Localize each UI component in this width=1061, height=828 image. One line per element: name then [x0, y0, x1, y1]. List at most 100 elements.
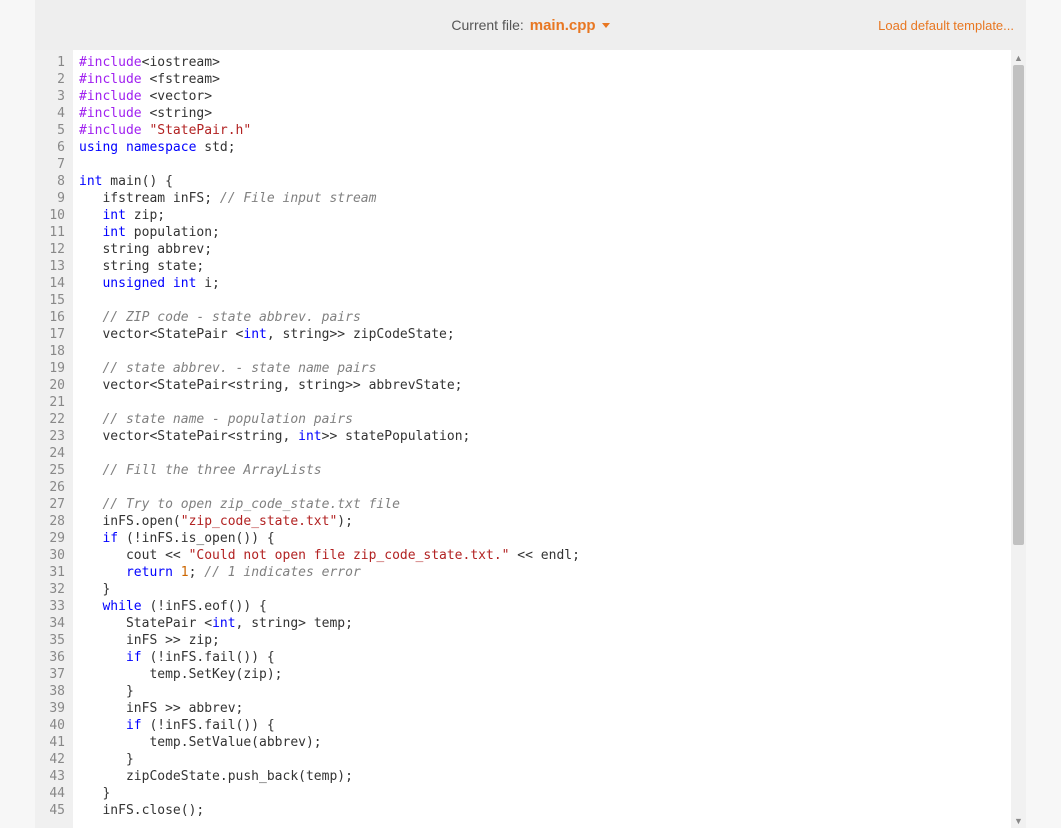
line-number: 27 — [35, 496, 73, 513]
code-line[interactable]: // Fill the three ArrayLists — [79, 462, 1011, 479]
code-line[interactable] — [79, 292, 1011, 309]
line-number: 39 — [35, 700, 73, 717]
code-line[interactable]: inFS.close(); — [79, 802, 1011, 819]
line-number: 35 — [35, 632, 73, 649]
code-line[interactable]: string abbrev; — [79, 241, 1011, 258]
code-content[interactable]: #include<iostream>#include <fstream>#inc… — [73, 50, 1011, 828]
code-line[interactable]: #include <fstream> — [79, 71, 1011, 88]
line-number: 18 — [35, 343, 73, 360]
code-line[interactable]: #include <string> — [79, 105, 1011, 122]
line-number: 12 — [35, 241, 73, 258]
code-line[interactable]: vector<StatePair <int, string>> zipCodeS… — [79, 326, 1011, 343]
code-editor[interactable]: 1234567891011121314151617181920212223242… — [35, 50, 1026, 828]
line-number: 8 — [35, 173, 73, 190]
line-number: 37 — [35, 666, 73, 683]
line-number: 14 — [35, 275, 73, 292]
line-number: 21 — [35, 394, 73, 411]
line-number: 44 — [35, 785, 73, 802]
code-line[interactable]: inFS >> zip; — [79, 632, 1011, 649]
code-line[interactable]: inFS.open("zip_code_state.txt"); — [79, 513, 1011, 530]
line-number: 29 — [35, 530, 73, 547]
code-line[interactable]: StatePair <int, string> temp; — [79, 615, 1011, 632]
code-line[interactable]: vector<StatePair<string, string>> abbrev… — [79, 377, 1011, 394]
line-number: 43 — [35, 768, 73, 785]
code-line[interactable]: } — [79, 683, 1011, 700]
line-number: 1 — [35, 54, 73, 71]
chevron-down-icon — [602, 23, 610, 28]
code-line[interactable]: } — [79, 751, 1011, 768]
code-line[interactable]: #include "StatePair.h" — [79, 122, 1011, 139]
code-line[interactable]: if (!inFS.fail()) { — [79, 717, 1011, 734]
scroll-down-icon[interactable]: ▼ — [1011, 813, 1026, 828]
code-line[interactable]: #include <vector> — [79, 88, 1011, 105]
app-container: Current file: main.cpp Load default temp… — [0, 0, 1061, 828]
scroll-thumb[interactable] — [1013, 65, 1024, 545]
vertical-scrollbar[interactable]: ▲ ▼ — [1011, 50, 1026, 828]
file-header-bar: Current file: main.cpp Load default temp… — [35, 0, 1026, 50]
code-line[interactable]: unsigned int i; — [79, 275, 1011, 292]
line-number: 11 — [35, 224, 73, 241]
line-number: 2 — [35, 71, 73, 88]
line-number: 9 — [35, 190, 73, 207]
current-file-label: Current file: — [451, 17, 523, 33]
current-file-dropdown[interactable]: main.cpp — [530, 17, 610, 34]
code-line[interactable]: temp.SetValue(abbrev); — [79, 734, 1011, 751]
code-line[interactable] — [79, 343, 1011, 360]
line-number: 23 — [35, 428, 73, 445]
line-number: 15 — [35, 292, 73, 309]
line-number: 22 — [35, 411, 73, 428]
code-line[interactable] — [79, 394, 1011, 411]
line-number: 25 — [35, 462, 73, 479]
line-number: 36 — [35, 649, 73, 666]
line-number: 24 — [35, 445, 73, 462]
line-number: 7 — [35, 156, 73, 173]
load-default-template-link[interactable]: Load default template... — [878, 18, 1014, 33]
line-number: 16 — [35, 309, 73, 326]
code-line[interactable] — [79, 445, 1011, 462]
code-line[interactable]: int population; — [79, 224, 1011, 241]
code-line[interactable]: // state name - population pairs — [79, 411, 1011, 428]
current-file-name-text: main.cpp — [530, 17, 596, 34]
code-line[interactable]: int main() { — [79, 173, 1011, 190]
code-line[interactable]: while (!inFS.eof()) { — [79, 598, 1011, 615]
line-number: 19 — [35, 360, 73, 377]
line-number: 5 — [35, 122, 73, 139]
line-number: 42 — [35, 751, 73, 768]
line-number: 20 — [35, 377, 73, 394]
line-number: 4 — [35, 105, 73, 122]
code-line[interactable]: if (!inFS.fail()) { — [79, 649, 1011, 666]
code-line[interactable]: // Try to open zip_code_state.txt file — [79, 496, 1011, 513]
line-number: 41 — [35, 734, 73, 751]
line-number: 32 — [35, 581, 73, 598]
code-line[interactable]: string state; — [79, 258, 1011, 275]
code-line[interactable]: inFS >> abbrev; — [79, 700, 1011, 717]
line-number: 26 — [35, 479, 73, 496]
code-line[interactable]: // ZIP code - state abbrev. pairs — [79, 309, 1011, 326]
code-line[interactable]: cout << "Could not open file zip_code_st… — [79, 547, 1011, 564]
code-line[interactable]: int zip; — [79, 207, 1011, 224]
code-line[interactable]: #include<iostream> — [79, 54, 1011, 71]
code-line[interactable]: // state abbrev. - state name pairs — [79, 360, 1011, 377]
code-line[interactable]: ifstream inFS; // File input stream — [79, 190, 1011, 207]
code-line[interactable]: return 1; // 1 indicates error — [79, 564, 1011, 581]
line-number: 33 — [35, 598, 73, 615]
code-line[interactable]: temp.SetKey(zip); — [79, 666, 1011, 683]
scroll-up-icon[interactable]: ▲ — [1011, 50, 1026, 65]
line-number: 34 — [35, 615, 73, 632]
line-number: 30 — [35, 547, 73, 564]
line-number: 3 — [35, 88, 73, 105]
code-line[interactable]: using namespace std; — [79, 139, 1011, 156]
line-number: 13 — [35, 258, 73, 275]
code-line[interactable]: if (!inFS.is_open()) { — [79, 530, 1011, 547]
code-line[interactable]: zipCodeState.push_back(temp); — [79, 768, 1011, 785]
line-number: 45 — [35, 802, 73, 819]
line-number: 6 — [35, 139, 73, 156]
code-line[interactable]: } — [79, 785, 1011, 802]
code-line[interactable] — [79, 156, 1011, 173]
code-line[interactable]: } — [79, 581, 1011, 598]
code-line[interactable]: vector<StatePair<string, int>> statePopu… — [79, 428, 1011, 445]
line-number-gutter: 1234567891011121314151617181920212223242… — [35, 50, 73, 828]
line-number: 40 — [35, 717, 73, 734]
code-line[interactable] — [79, 479, 1011, 496]
line-number: 17 — [35, 326, 73, 343]
